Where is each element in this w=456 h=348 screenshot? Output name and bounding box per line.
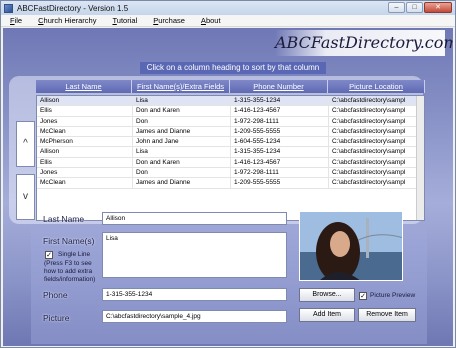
picture-path-input[interactable]: C:\abcfastdirectory\sample_4.jpg	[102, 310, 287, 323]
client-area: ABCFastDirectory.com Click on a column h…	[3, 28, 453, 346]
table-row[interactable]: Jones Don 1-972-298-1111 C:\abcfastdirec…	[37, 116, 424, 127]
portrait-photo	[300, 212, 402, 280]
remove-item-label: Remove Item	[366, 311, 408, 318]
cell-last-name: McClean	[37, 178, 133, 188]
menu-tutorial[interactable]: Tutorial	[112, 16, 137, 25]
menu-church-hierarchy[interactable]: Church Hierarchy	[38, 16, 96, 25]
cell-phone: 1-604-555-1234	[231, 137, 329, 147]
table-row[interactable]: Ellis Don and Karen 1-416-123-4567 C:\ab…	[37, 106, 424, 117]
add-item-button[interactable]: Add Item	[299, 308, 355, 322]
previous-page-button[interactable]: ^	[16, 121, 35, 167]
cell-picture: C:\abcfastdirectory\sampl	[329, 157, 417, 168]
cell-first-names: Don	[133, 116, 231, 126]
cell-last-name: Jones	[37, 116, 133, 126]
table-row[interactable]: McClean James and Dianne 1-209-555-5555 …	[37, 178, 424, 189]
cell-last-name: McClean	[37, 126, 133, 137]
menu-about[interactable]: About	[201, 16, 221, 25]
single-line-checkbox[interactable]: ✓	[45, 251, 53, 259]
cell-phone: 1-972-298-1111	[231, 116, 329, 126]
cell-phone: 1-416-123-4567	[231, 157, 329, 168]
column-header-phone[interactable]: Phone Number	[230, 80, 328, 93]
cell-picture: C:\abcfastdirectory\sampl	[329, 116, 417, 126]
table-row[interactable]: Jones Don 1-972-298-1111 C:\abcfastdirec…	[37, 168, 424, 179]
cell-first-names: James and Dianne	[133, 178, 231, 188]
minimize-button[interactable]: –	[388, 2, 405, 13]
cell-first-names: Lisa	[133, 96, 231, 106]
cell-first-names: James and Dianne	[133, 126, 231, 137]
brand-logo: ABCFastDirectory.com	[275, 30, 453, 56]
cell-phone: 1-972-298-1111	[231, 168, 329, 178]
cell-last-name: Ellis	[37, 106, 133, 116]
cell-picture: C:\abcfastdirectory\sampl	[329, 106, 417, 116]
window-controls: – □ ✕	[388, 2, 452, 13]
cell-first-names: Lisa	[133, 147, 231, 157]
cell-last-name: Ellis	[37, 157, 133, 168]
column-header-picture[interactable]: Picture Location	[328, 80, 425, 93]
cell-first-names: Don	[133, 168, 231, 178]
single-line-help: (Press F3 to see how to add extra fields…	[44, 260, 96, 283]
window-title: ABCFastDirectory - Version 1.5	[17, 3, 129, 13]
cell-picture: C:\abcfastdirectory\sampl	[329, 147, 417, 157]
column-header-first-names[interactable]: First Name(s)/Extra Fields	[132, 80, 230, 93]
last-name-input[interactable]: Allison	[102, 212, 287, 225]
cell-first-names: Don and Karen	[133, 106, 231, 116]
table-row[interactable]: Ellis Don and Karen 1-416-123-4567 C:\ab…	[37, 157, 424, 169]
last-name-label: Last Name	[43, 214, 85, 224]
picture-preview-label: Picture Preview	[370, 292, 416, 299]
directory-grid: Allison Lisa 1-315-355-1234 C:\abcfastdi…	[36, 95, 425, 221]
first-names-input[interactable]: Lisa	[102, 232, 287, 278]
cell-picture: C:\abcfastdirectory\sampl	[329, 126, 417, 137]
cell-picture: C:\abcfastdirectory\sampl	[329, 178, 417, 188]
cell-first-names: Don and Karen	[133, 157, 231, 168]
sort-hint: Click on a column heading to sort by tha…	[140, 62, 326, 74]
phone-label: Phone	[43, 290, 68, 300]
menu-purchase[interactable]: Purchase	[153, 16, 185, 25]
cell-picture: C:\abcfastdirectory\sampl	[329, 168, 417, 178]
cell-phone: 1-209-555-5555	[231, 126, 329, 137]
cell-picture: C:\abcfastdirectory\sampl	[329, 96, 417, 106]
grid-header: Last Name First Name(s)/Extra Fields Pho…	[36, 80, 425, 93]
next-page-button[interactable]: v	[16, 174, 35, 220]
maximize-button[interactable]: □	[406, 2, 423, 13]
cell-first-names: John and Jane	[133, 137, 231, 147]
cell-last-name: Jones	[37, 168, 133, 178]
cell-phone: 1-416-123-4567	[231, 106, 329, 116]
column-header-last-name[interactable]: Last Name	[36, 80, 132, 93]
menu-bar: File Church Hierarchy Tutorial Purchase …	[1, 15, 455, 27]
table-row[interactable]: McClean James and Dianne 1-209-555-5555 …	[37, 126, 424, 138]
cell-phone: 1-315-355-1234	[231, 96, 329, 106]
table-row[interactable]: Allison Lisa 1-315-355-1234 C:\abcfastdi…	[37, 147, 424, 158]
first-names-label: First Name(s)	[43, 236, 95, 246]
cell-picture: C:\abcfastdirectory\sampl	[329, 137, 417, 147]
cell-last-name: McPherson	[37, 137, 133, 147]
cell-phone: 1-315-355-1234	[231, 147, 329, 157]
app-icon	[4, 3, 13, 13]
remove-item-button[interactable]: Remove Item	[358, 308, 416, 322]
cell-last-name: Allison	[37, 96, 133, 106]
app-window: ABCFastDirectory - Version 1.5 – □ ✕ Fil…	[0, 0, 456, 348]
picture-preview	[299, 211, 403, 281]
close-button[interactable]: ✕	[424, 2, 452, 13]
browse-button-label: Browse...	[312, 291, 342, 298]
table-row[interactable]: Allison Lisa 1-315-355-1234 C:\abcfastdi…	[37, 96, 424, 107]
picture-label: Picture	[43, 313, 70, 323]
menu-file[interactable]: File	[10, 16, 22, 25]
phone-input[interactable]: 1-315-355-1234	[102, 288, 287, 301]
browse-button[interactable]: Browse...	[299, 288, 355, 302]
picture-preview-checkbox[interactable]: ✓	[359, 292, 367, 300]
cell-phone: 1-209-555-5555	[231, 178, 329, 188]
cell-last-name: Allison	[37, 147, 133, 157]
add-item-label: Add Item	[312, 311, 341, 318]
table-row[interactable]: McPherson John and Jane 1-604-555-1234 C…	[37, 137, 424, 148]
title-bar: ABCFastDirectory - Version 1.5 – □ ✕	[1, 1, 455, 15]
grid-scrollbar[interactable]	[416, 96, 424, 220]
single-line-label: Single Line	[58, 251, 91, 258]
